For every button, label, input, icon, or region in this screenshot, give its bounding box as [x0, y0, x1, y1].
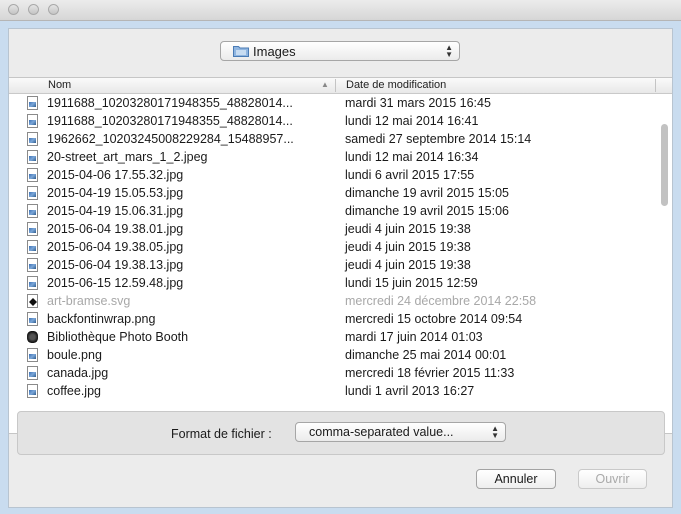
close-window-icon[interactable] [8, 4, 19, 15]
file-name: 2015-06-04 19.38.05.jpg [47, 240, 184, 254]
file-name: coffee.jpg [47, 384, 101, 398]
image-file-icon [27, 150, 38, 164]
file-modified-date: mercredi 18 février 2015 11:33 [345, 366, 515, 380]
file-row[interactable]: 2015-06-15 12.59.48.jpg lundi 15 juin 201… [9, 274, 659, 292]
file-list-header: Nom ▲ Date de modification [9, 78, 672, 94]
open-dialog-panel: Images ▲ ▼ Nom ▲ Date de modification 191… [8, 28, 673, 508]
file-row[interactable]: art-bramse.svg mercredi 24 décembre 2014 … [9, 292, 659, 310]
image-file-icon [27, 204, 38, 218]
image-file-icon [27, 240, 38, 254]
file-row[interactable]: 20-street_art_mars_1_2.jpeg lundi 12 mai … [9, 148, 659, 166]
image-file-icon [27, 276, 38, 290]
file-modified-date: mardi 31 mars 2015 16:45 [345, 96, 491, 110]
image-file-icon [27, 186, 38, 200]
file-modified-date: dimanche 19 avril 2015 15:06 [345, 204, 510, 218]
file-row[interactable]: boule.png dimanche 25 mai 2014 00:01 [9, 346, 659, 364]
file-modified-date: samedi 27 septembre 2014 15:14 [345, 132, 532, 146]
file-list[interactable]: Nom ▲ Date de modification 1911688_10203… [9, 77, 672, 434]
file-modified-date: dimanche 19 avril 2015 15:05 [345, 186, 510, 200]
file-row[interactable]: 2015-06-04 19.38.05.jpg jeudi 4 juin 2015… [9, 238, 659, 256]
file-modified-date: lundi 15 juin 2015 12:59 [345, 276, 478, 290]
file-name: backfontinwrap.png [47, 312, 156, 326]
minimize-window-icon[interactable] [28, 4, 39, 15]
image-file-icon [27, 384, 38, 398]
file-name: art-bramse.svg [47, 294, 131, 308]
column-header-name[interactable]: Nom [48, 79, 71, 91]
image-file-icon [27, 114, 38, 128]
file-modified-date: jeudi 4 juin 2015 19:38 [345, 240, 471, 254]
file-modified-date: mercredi 15 octobre 2014 09:54 [345, 312, 523, 326]
file-name: 2015-04-19 15.05.53.jpg [47, 186, 184, 200]
sort-ascending-icon: ▲ [321, 80, 329, 89]
file-row[interactable]: canada.jpg mercredi 18 février 2015 11:33 [9, 364, 659, 382]
file-name: 1911688_10203280171948355_48828014... [47, 96, 293, 110]
file-name: 2015-04-06 17.55.32.jpg [47, 168, 184, 182]
file-row[interactable]: Bibliothèque Photo Booth mardi 17 juin 20… [9, 328, 659, 346]
image-file-icon [27, 132, 38, 146]
file-row[interactable]: backfontinwrap.png mercredi 15 octobre 20… [9, 310, 659, 328]
file-name: 20-street_art_mars_1_2.jpeg [47, 150, 208, 164]
file-name: boule.png [47, 348, 102, 362]
open-button[interactable]: Ouvrir [578, 469, 647, 489]
format-options-box: Format de fichier : comma-separated valu… [17, 411, 665, 455]
file-name: 1911688_10203280171948355_48828014... [47, 114, 293, 128]
image-file-icon [27, 348, 38, 362]
file-format-popup[interactable]: comma-separated value... ▲ ▼ [295, 422, 506, 442]
scrollbar-thumb[interactable] [661, 124, 668, 206]
file-row[interactable]: 2015-04-19 15.06.31.jpg dimanche 19 avril… [9, 202, 659, 220]
file-modified-date: lundi 12 mai 2014 16:41 [345, 114, 479, 128]
file-format-value: comma-separated value... [309, 425, 454, 439]
file-modified-date: lundi 1 avril 2013 16:27 [345, 384, 475, 398]
file-modified-date: lundi 6 avril 2015 17:55 [345, 168, 475, 182]
file-modified-date: lundi 12 mai 2014 16:34 [345, 150, 479, 164]
image-file-icon [27, 258, 38, 272]
format-label: Format de fichier : [171, 427, 272, 441]
image-file-icon [27, 312, 38, 326]
file-modified-date: mardi 17 juin 2014 01:03 [345, 330, 483, 344]
svg-file-icon [27, 294, 38, 308]
file-modified-date: jeudi 4 juin 2015 19:38 [345, 258, 471, 272]
file-name: 2015-06-04 19.38.01.jpg [47, 222, 184, 236]
folder-location-popup[interactable]: Images ▲ ▼ [220, 41, 460, 61]
image-file-icon [27, 96, 38, 110]
file-rows: 1911688_10203280171948355_48828014...mar… [9, 94, 659, 400]
chevron-up-down-icon: ▲ ▼ [445, 43, 453, 59]
column-divider[interactable] [655, 79, 656, 92]
file-modified-date: dimanche 25 mai 2014 00:01 [345, 348, 507, 362]
file-row[interactable]: 1962662_10203245008229284_15488957... sam… [9, 130, 659, 148]
column-header-date[interactable]: Date de modification [346, 79, 446, 91]
file-row[interactable]: coffee.jpg lundi 1 avril 2013 16:27 [9, 382, 659, 400]
photo-booth-library-icon [27, 330, 38, 344]
chevron-up-down-icon: ▲ ▼ [491, 424, 499, 440]
file-name: 2015-04-19 15.06.31.jpg [47, 204, 184, 218]
file-name: 2015-06-04 19.38.13.jpg [47, 258, 184, 272]
image-file-icon [27, 222, 38, 236]
folder-label: Images [253, 43, 296, 59]
cancel-button[interactable]: Annuler [476, 469, 556, 489]
file-name: Bibliothèque Photo Booth [47, 330, 189, 344]
vertical-scrollbar[interactable] [661, 98, 669, 430]
file-name: canada.jpg [47, 366, 109, 380]
folder-icon [233, 46, 249, 57]
file-row[interactable]: 2015-06-04 19.38.01.jpg jeudi 4 juin 2015… [9, 220, 659, 238]
file-row[interactable]: 1911688_10203280171948355_48828014... lun… [9, 112, 659, 130]
image-file-icon [27, 366, 38, 380]
zoom-window-icon[interactable] [48, 4, 59, 15]
file-name: 1962662_10203245008229284_15488957... [47, 132, 294, 146]
file-row[interactable]: 2015-04-06 17.55.32.jpg lundi 6 avril 201… [9, 166, 659, 184]
image-file-icon [27, 168, 38, 182]
dialog-titlebar [0, 0, 681, 21]
file-row[interactable]: 1911688_10203280171948355_48828014... mar… [9, 94, 659, 112]
column-divider[interactable] [335, 79, 336, 92]
file-row[interactable]: 2015-04-19 15.05.53.jpg dimanche 19 avril… [9, 184, 659, 202]
file-name: 2015-06-15 12.59.48.jpg [47, 276, 184, 290]
file-modified-date: jeudi 4 juin 2015 19:38 [345, 222, 471, 236]
file-row[interactable]: 2015-06-04 19.38.13.jpg jeudi 4 juin 2015… [9, 256, 659, 274]
file-modified-date: mercredi 24 décembre 2014 22:58 [345, 294, 537, 308]
